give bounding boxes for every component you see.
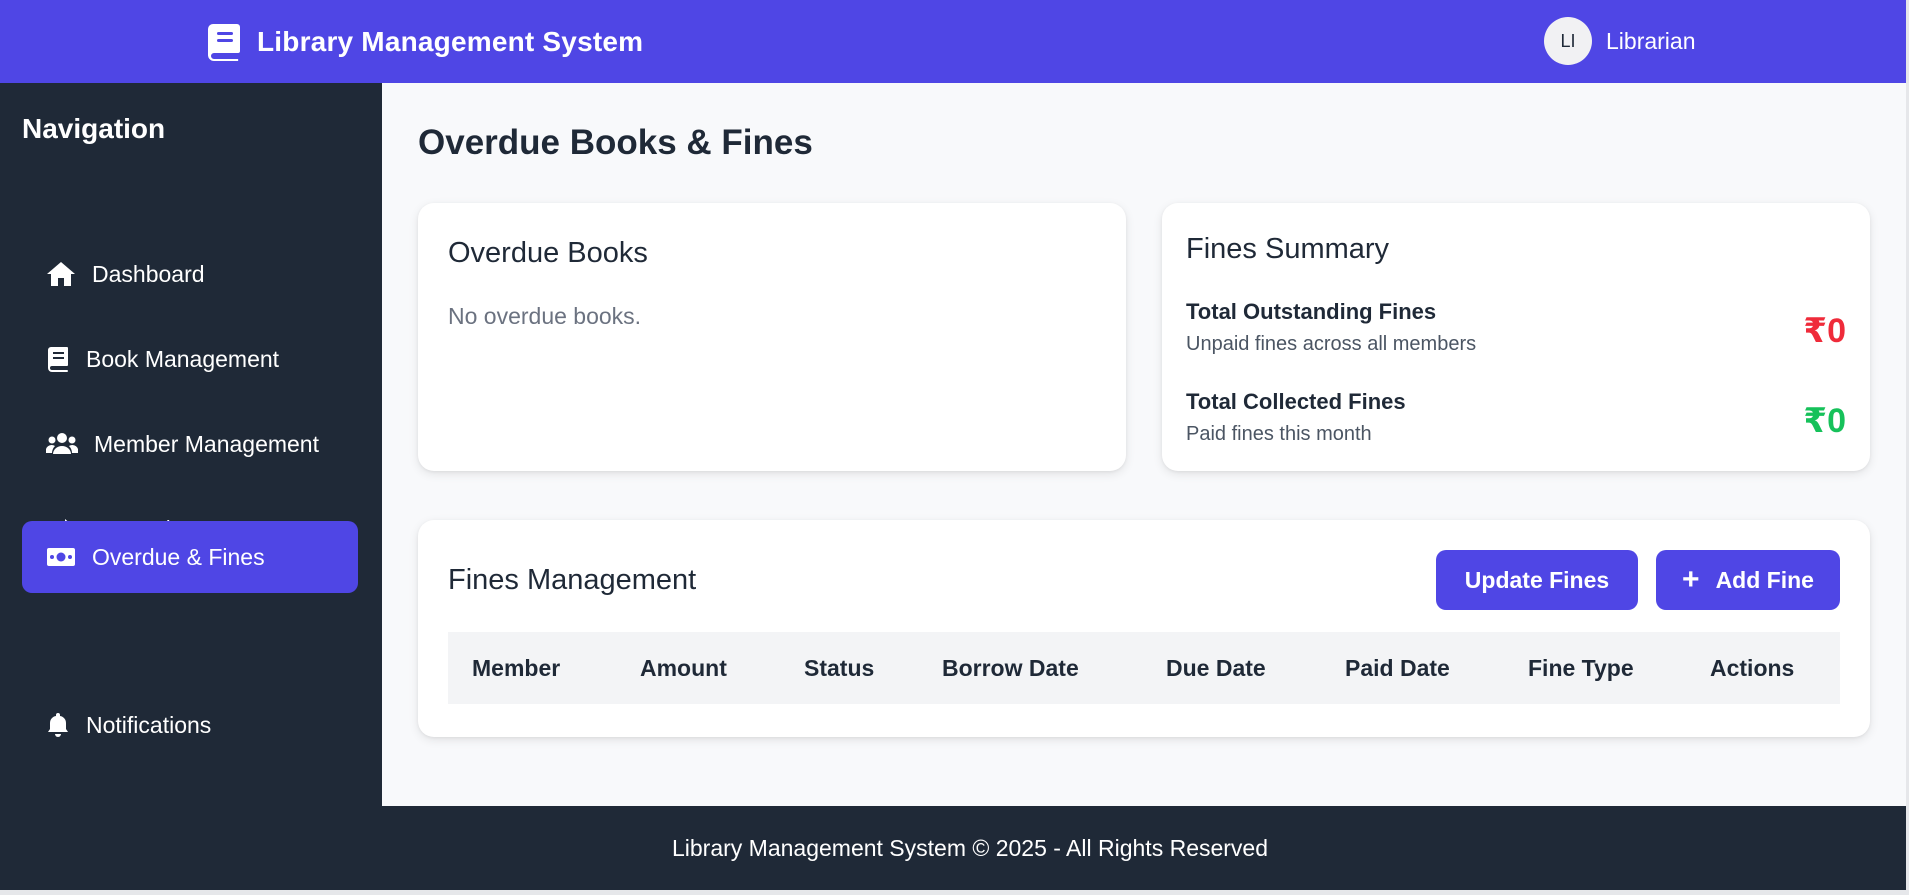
add-fine-button[interactable]: + Add Fine — [1656, 550, 1840, 610]
main-content: Overdue Books & Fines Overdue Books No o… — [382, 83, 1906, 806]
money-bill-icon — [46, 544, 76, 570]
sidebar-item-overdue-fines[interactable]: Overdue & Fines — [22, 521, 358, 593]
book-icon — [46, 346, 70, 372]
column-header-actions[interactable]: Actions — [1710, 632, 1794, 704]
column-header-borrow-date[interactable]: Borrow Date — [942, 632, 1079, 704]
app-window: Library Management System LI Librarian N… — [0, 0, 1906, 890]
sidebar-item-label: Overdue & Fines — [92, 543, 265, 570]
fines-table-header: Member Amount Status Borrow Date Due Dat… — [448, 632, 1840, 704]
column-header-member[interactable]: Member — [472, 632, 560, 704]
sidebar: Navigation Dashboard Book Management Mem… — [0, 83, 382, 806]
sidebar-item-label: Dashboard — [92, 260, 205, 287]
user-name[interactable]: Librarian — [1606, 28, 1696, 55]
app-title: Library Management System — [257, 26, 644, 57]
sidebar-item-label: Member Management — [94, 430, 319, 457]
user-menu[interactable]: LI Librarian — [1544, 16, 1696, 66]
footer: Library Management System © 2025 - All R… — [0, 806, 1906, 890]
collected-fines-sub: Paid fines this month — [1186, 423, 1372, 445]
bell-icon — [46, 712, 70, 738]
fines-summary-title: Fines Summary — [1186, 233, 1390, 265]
column-header-amount[interactable]: Amount — [640, 632, 727, 704]
column-header-due-date[interactable]: Due Date — [1166, 632, 1266, 704]
home-icon — [46, 261, 76, 287]
column-header-fine-type[interactable]: Fine Type — [1528, 632, 1634, 704]
plus-icon: + — [1682, 563, 1700, 596]
outstanding-fines-label: Total Outstanding Fines — [1186, 299, 1437, 324]
brand[interactable]: Library Management System — [207, 21, 643, 63]
avatar[interactable]: LI — [1544, 17, 1592, 65]
users-icon — [46, 431, 78, 457]
overdue-books-title: Overdue Books — [448, 237, 648, 269]
fines-management-card: Fines Management Update Fines + Add Fine… — [418, 520, 1870, 737]
collected-fines-value: ₹0 — [1803, 402, 1846, 440]
sidebar-item-dashboard[interactable]: Dashboard — [22, 238, 358, 310]
fines-summary-card: Fines Summary Total Outstanding Fines Un… — [1162, 203, 1870, 471]
update-fines-button[interactable]: Update Fines — [1436, 550, 1638, 610]
column-header-paid-date[interactable]: Paid Date — [1345, 632, 1450, 704]
outstanding-fines-sub: Unpaid fines across all members — [1186, 333, 1477, 355]
collected-fines-label: Total Collected Fines — [1186, 389, 1406, 414]
add-fine-label: Add Fine — [1715, 566, 1814, 593]
sidebar-item-notifications[interactable]: Notifications — [22, 689, 358, 761]
top-header: Library Management System LI Librarian — [0, 0, 1906, 83]
sidebar-title: Navigation — [22, 113, 166, 144]
fines-management-title: Fines Management — [448, 564, 697, 596]
sidebar-item-book-management[interactable]: Book Management — [22, 323, 358, 395]
update-fines-label: Update Fines — [1464, 566, 1610, 593]
sidebar-item-label: Notifications — [86, 711, 212, 738]
column-header-status[interactable]: Status — [804, 632, 874, 704]
book-icon — [208, 24, 240, 61]
page-title: Overdue Books & Fines — [418, 123, 813, 162]
overdue-books-card: Overdue Books No overdue books. — [418, 203, 1126, 471]
sidebar-item-member-management[interactable]: Member Management — [22, 408, 358, 480]
outstanding-fines-row: Total Outstanding Fines Unpaid fines acr… — [1186, 299, 1846, 369]
footer-text: Library Management System © 2025 - All R… — [671, 834, 1269, 861]
outstanding-fines-value: ₹0 — [1803, 312, 1846, 350]
overdue-empty-message: No overdue books. — [448, 303, 642, 329]
sidebar-item-label: Book Management — [86, 345, 280, 372]
collected-fines-row: Total Collected Fines Paid fines this mo… — [1186, 389, 1846, 459]
